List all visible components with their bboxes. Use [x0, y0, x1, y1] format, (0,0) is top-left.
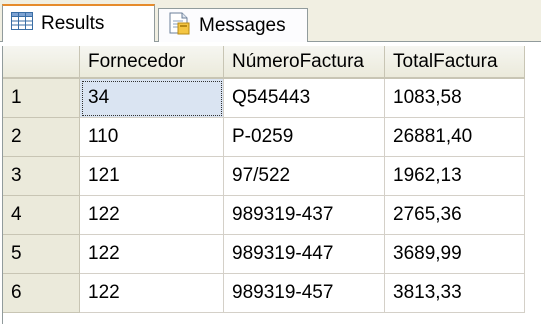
cell-totalfactura[interactable]: 1083,58: [385, 79, 525, 118]
grid-icon: [11, 12, 33, 36]
tab-messages-label: Messages: [199, 14, 286, 36]
grid-header-row: Fornecedor NúmeroFactura TotalFactura: [3, 46, 525, 79]
cell-totalfactura[interactable]: 3689,99: [385, 235, 525, 274]
grid-rows: 1 34 Q545443 1083,58 2 110 P-0259 26881,…: [3, 79, 525, 313]
table-row: 5 122 989319-447 3689,99: [3, 235, 525, 274]
cell-fornecedor[interactable]: 122: [80, 274, 224, 313]
table-row: 6 122 989319-457 3813,33: [3, 274, 525, 313]
tab-results-label: Results: [41, 13, 105, 34]
tab-messages[interactable]: Messages: [158, 8, 308, 42]
cell-fornecedor[interactable]: 110: [80, 118, 224, 157]
cell-numerofactura[interactable]: 989319-437: [224, 196, 385, 235]
row-number[interactable]: 5: [3, 235, 80, 274]
results-tab-strip: Results Messages: [0, 0, 541, 42]
row-number[interactable]: 4: [3, 196, 80, 235]
cell-numerofactura[interactable]: 989319-457: [224, 274, 385, 313]
row-number[interactable]: 1: [3, 79, 80, 118]
cell-totalfactura[interactable]: 26881,40: [385, 118, 525, 157]
cell-fornecedor[interactable]: 121: [80, 157, 224, 196]
cell-fornecedor[interactable]: 34: [80, 79, 224, 118]
cell-totalfactura[interactable]: 3813,33: [385, 274, 525, 313]
row-number[interactable]: 6: [3, 274, 80, 313]
cell-fornecedor[interactable]: 122: [80, 235, 224, 274]
table-row: 1 34 Q545443 1083,58: [3, 79, 525, 118]
cell-totalfactura[interactable]: 1962,13: [385, 157, 525, 196]
cell-numerofactura[interactable]: 97/522: [224, 157, 385, 196]
table-row: 2 110 P-0259 26881,40: [3, 118, 525, 157]
cell-numerofactura[interactable]: 989319-447: [224, 235, 385, 274]
messages-icon: [167, 11, 191, 41]
results-grid[interactable]: Fornecedor NúmeroFactura TotalFactura 1 …: [2, 46, 541, 324]
query-results-pane: Results Messages Fornecedor NúmeroFactur…: [0, 0, 541, 324]
cell-totalfactura[interactable]: 2765,36: [385, 196, 525, 235]
column-header-fornecedor[interactable]: Fornecedor: [80, 46, 224, 79]
cell-numerofactura[interactable]: P-0259: [224, 118, 385, 157]
cell-numerofactura[interactable]: Q545443: [224, 79, 385, 118]
column-header-numerofactura[interactable]: NúmeroFactura: [224, 46, 385, 79]
tab-results[interactable]: Results: [2, 4, 155, 42]
grid-corner-header[interactable]: [3, 46, 80, 79]
cell-fornecedor[interactable]: 122: [80, 196, 224, 235]
table-row: 4 122 989319-437 2765,36: [3, 196, 525, 235]
table-row: 3 121 97/522 1962,13: [3, 157, 525, 196]
row-number[interactable]: 3: [3, 157, 80, 196]
column-header-totalfactura[interactable]: TotalFactura: [385, 46, 525, 79]
row-number[interactable]: 2: [3, 118, 80, 157]
